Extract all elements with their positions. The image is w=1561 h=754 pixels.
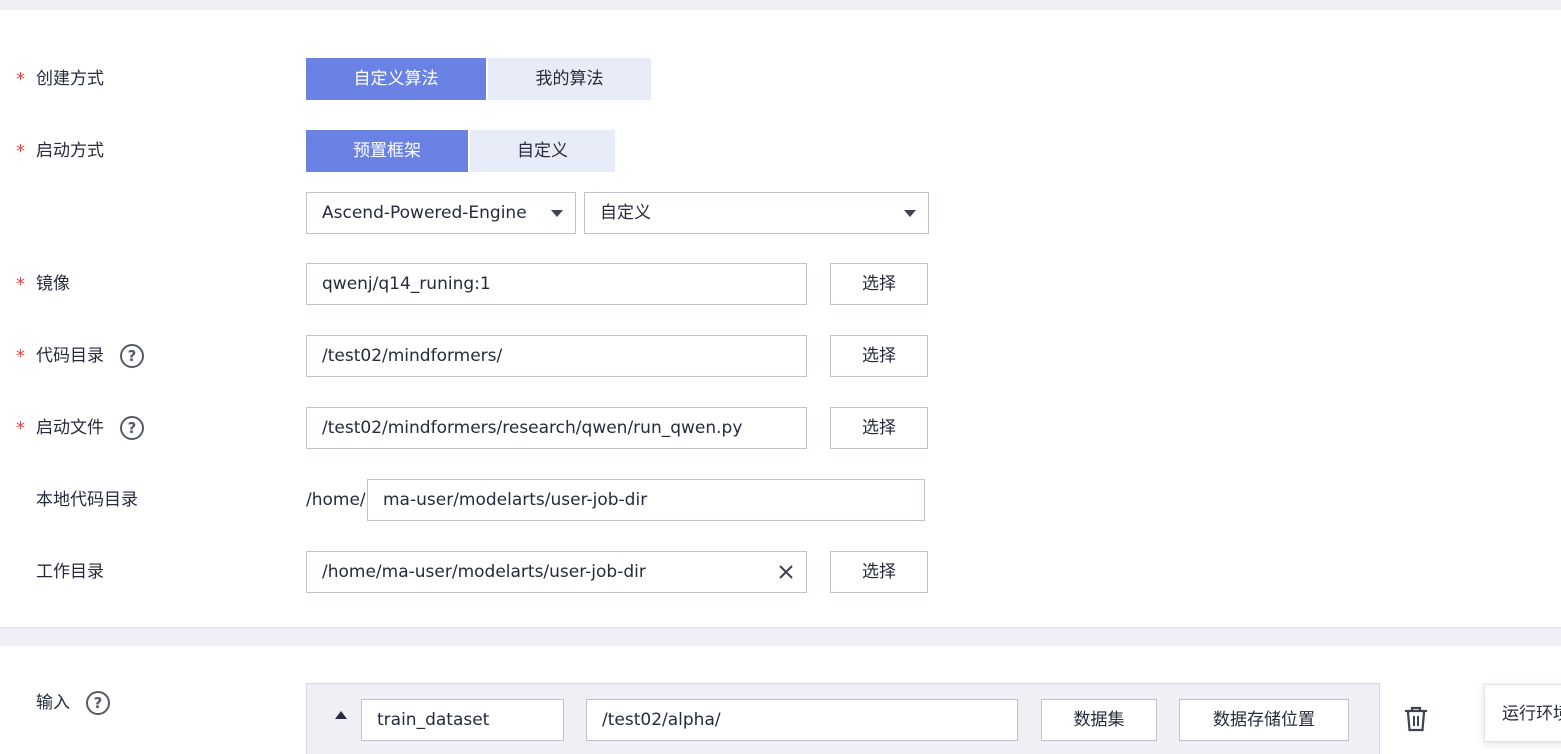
- framework-version-select[interactable]: 自定义: [584, 192, 929, 234]
- work-dir-select-button[interactable]: 选择: [830, 551, 928, 593]
- image-select-button[interactable]: 选择: [830, 263, 928, 305]
- create-method-custom-algorithm[interactable]: 自定义算法: [306, 58, 486, 100]
- local-code-dir-prefix: /home/: [306, 490, 366, 510]
- required-mark: *: [16, 141, 25, 162]
- boot-file-input[interactable]: /test02/mindformers/research/qwen/run_qw…: [306, 407, 807, 449]
- help-icon[interactable]: ?: [120, 344, 144, 368]
- work-dir-input-value: /home/ma-user/modelarts/user-job-dir: [322, 562, 646, 582]
- input-name-field[interactable]: train_dataset: [361, 699, 564, 741]
- start-method-preset-framework[interactable]: 预置框架: [306, 130, 468, 172]
- local-code-dir-input[interactable]: ma-user/modelarts/user-job-dir: [367, 479, 925, 521]
- input-label: 输入 ?: [36, 682, 110, 724]
- required-mark: *: [16, 418, 25, 439]
- boot-file-label: 启动文件 ?: [36, 407, 144, 449]
- framework-version-select-value: 自定义: [600, 203, 651, 223]
- help-icon[interactable]: ?: [120, 416, 144, 440]
- caret-down-icon: [904, 210, 916, 217]
- dataset-button[interactable]: 数据集: [1041, 699, 1157, 741]
- framework-select-value: Ascend-Powered-Engine: [322, 203, 527, 223]
- required-mark: *: [16, 69, 25, 90]
- create-method-my-algorithm[interactable]: 我的算法: [488, 58, 651, 100]
- work-dir-label: 工作目录: [36, 562, 104, 582]
- boot-file-select-button[interactable]: 选择: [830, 407, 928, 449]
- code-dir-label: 代码目录 ?: [36, 335, 144, 377]
- image-label: 镜像: [36, 274, 70, 294]
- page-top-strip: [0, 0, 1561, 10]
- data-storage-location-button[interactable]: 数据存储位置: [1179, 699, 1349, 741]
- image-input[interactable]: qwenj/q14_runing:1: [306, 263, 807, 305]
- required-mark: *: [16, 346, 25, 367]
- caret-down-icon: [551, 210, 563, 217]
- framework-select[interactable]: Ascend-Powered-Engine: [306, 192, 576, 234]
- runtime-env-tooltip[interactable]: 运行环境: [1484, 684, 1561, 742]
- clear-icon[interactable]: [776, 562, 796, 582]
- start-method-label: 启动方式: [36, 141, 104, 161]
- trash-icon[interactable]: [1403, 705, 1429, 733]
- help-icon[interactable]: ?: [86, 691, 110, 715]
- work-dir-input[interactable]: /home/ma-user/modelarts/user-job-dir: [306, 551, 807, 593]
- required-mark: *: [16, 274, 25, 295]
- start-method-custom[interactable]: 自定义: [470, 130, 615, 172]
- code-dir-select-button[interactable]: 选择: [830, 335, 928, 377]
- algorithm-config-card: * 创建方式 自定义算法 我的算法 * 启动方式 预置框架 自定义 Ascend…: [0, 10, 1561, 628]
- local-code-dir-label: 本地代码目录: [36, 490, 138, 510]
- code-dir-input[interactable]: /test02/mindformers/: [306, 335, 807, 377]
- create-method-label: 创建方式: [36, 69, 104, 89]
- collapse-triangle-icon[interactable]: [335, 711, 347, 719]
- input-path-field[interactable]: /test02/alpha/: [586, 699, 1018, 741]
